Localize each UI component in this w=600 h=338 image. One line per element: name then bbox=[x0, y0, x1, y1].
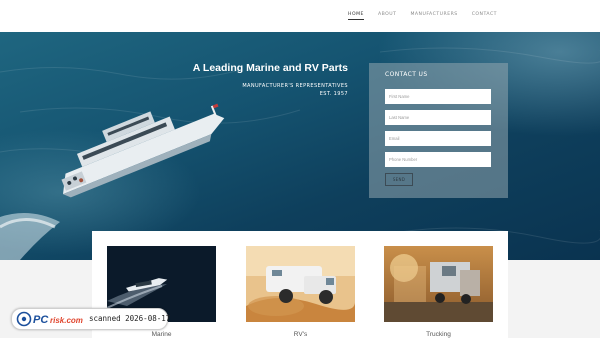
nav-about-link[interactable]: ABOUT bbox=[378, 12, 397, 20]
pcrisk-watermark: PC risk.com scanned 2026-08-17 bbox=[11, 308, 171, 330]
trucking-image[interactable] bbox=[384, 246, 493, 322]
hero-subtitle-line1: MANUFACTURER'S REPRESENTATIVES bbox=[242, 83, 348, 89]
pcrisk-logo-icon: PC risk.com bbox=[16, 311, 83, 327]
category-card-trucking[interactable]: Trucking bbox=[384, 246, 493, 338]
category-label-marine[interactable]: Marine bbox=[107, 331, 216, 338]
hero-section: A Leading Marine and RV Parts MANUFACTUR… bbox=[0, 32, 600, 260]
email-field[interactable] bbox=[385, 131, 491, 146]
nav-manufacturers-link[interactable]: MANUFACTURERS bbox=[410, 12, 457, 20]
scan-date-stamp: scanned 2026-08-17 bbox=[89, 314, 171, 323]
contact-form-title: CONTACT US bbox=[385, 71, 428, 78]
nav-home-link[interactable]: HOME bbox=[348, 12, 364, 20]
contact-form: CONTACT US SEND bbox=[369, 63, 508, 198]
hero-title: A Leading Marine and RV Parts bbox=[192, 62, 348, 74]
main-nav: HOME ABOUT MANUFACTURERS CONTACT bbox=[334, 12, 497, 20]
category-card-rvs[interactable]: RV's bbox=[246, 246, 355, 338]
hero-established-year: EST. 1957 bbox=[319, 90, 348, 97]
top-navbar: HOME ABOUT MANUFACTURERS CONTACT bbox=[0, 0, 600, 32]
hero-subtitle: MANUFACTURER'S REPRESENTATIVES EST. 1957 bbox=[200, 83, 348, 98]
svg-text:risk.com: risk.com bbox=[50, 316, 83, 325]
category-label-trucking[interactable]: Trucking bbox=[384, 331, 493, 338]
nav-contact-link[interactable]: CONTACT bbox=[472, 12, 497, 20]
rv-offroad-image[interactable] bbox=[246, 246, 355, 322]
svg-text:PC: PC bbox=[33, 314, 49, 326]
last-name-field[interactable] bbox=[385, 110, 491, 125]
send-button[interactable]: SEND bbox=[385, 173, 413, 186]
first-name-field[interactable] bbox=[385, 89, 491, 104]
phone-number-field[interactable] bbox=[385, 152, 491, 167]
category-label-rvs[interactable]: RV's bbox=[246, 331, 355, 338]
